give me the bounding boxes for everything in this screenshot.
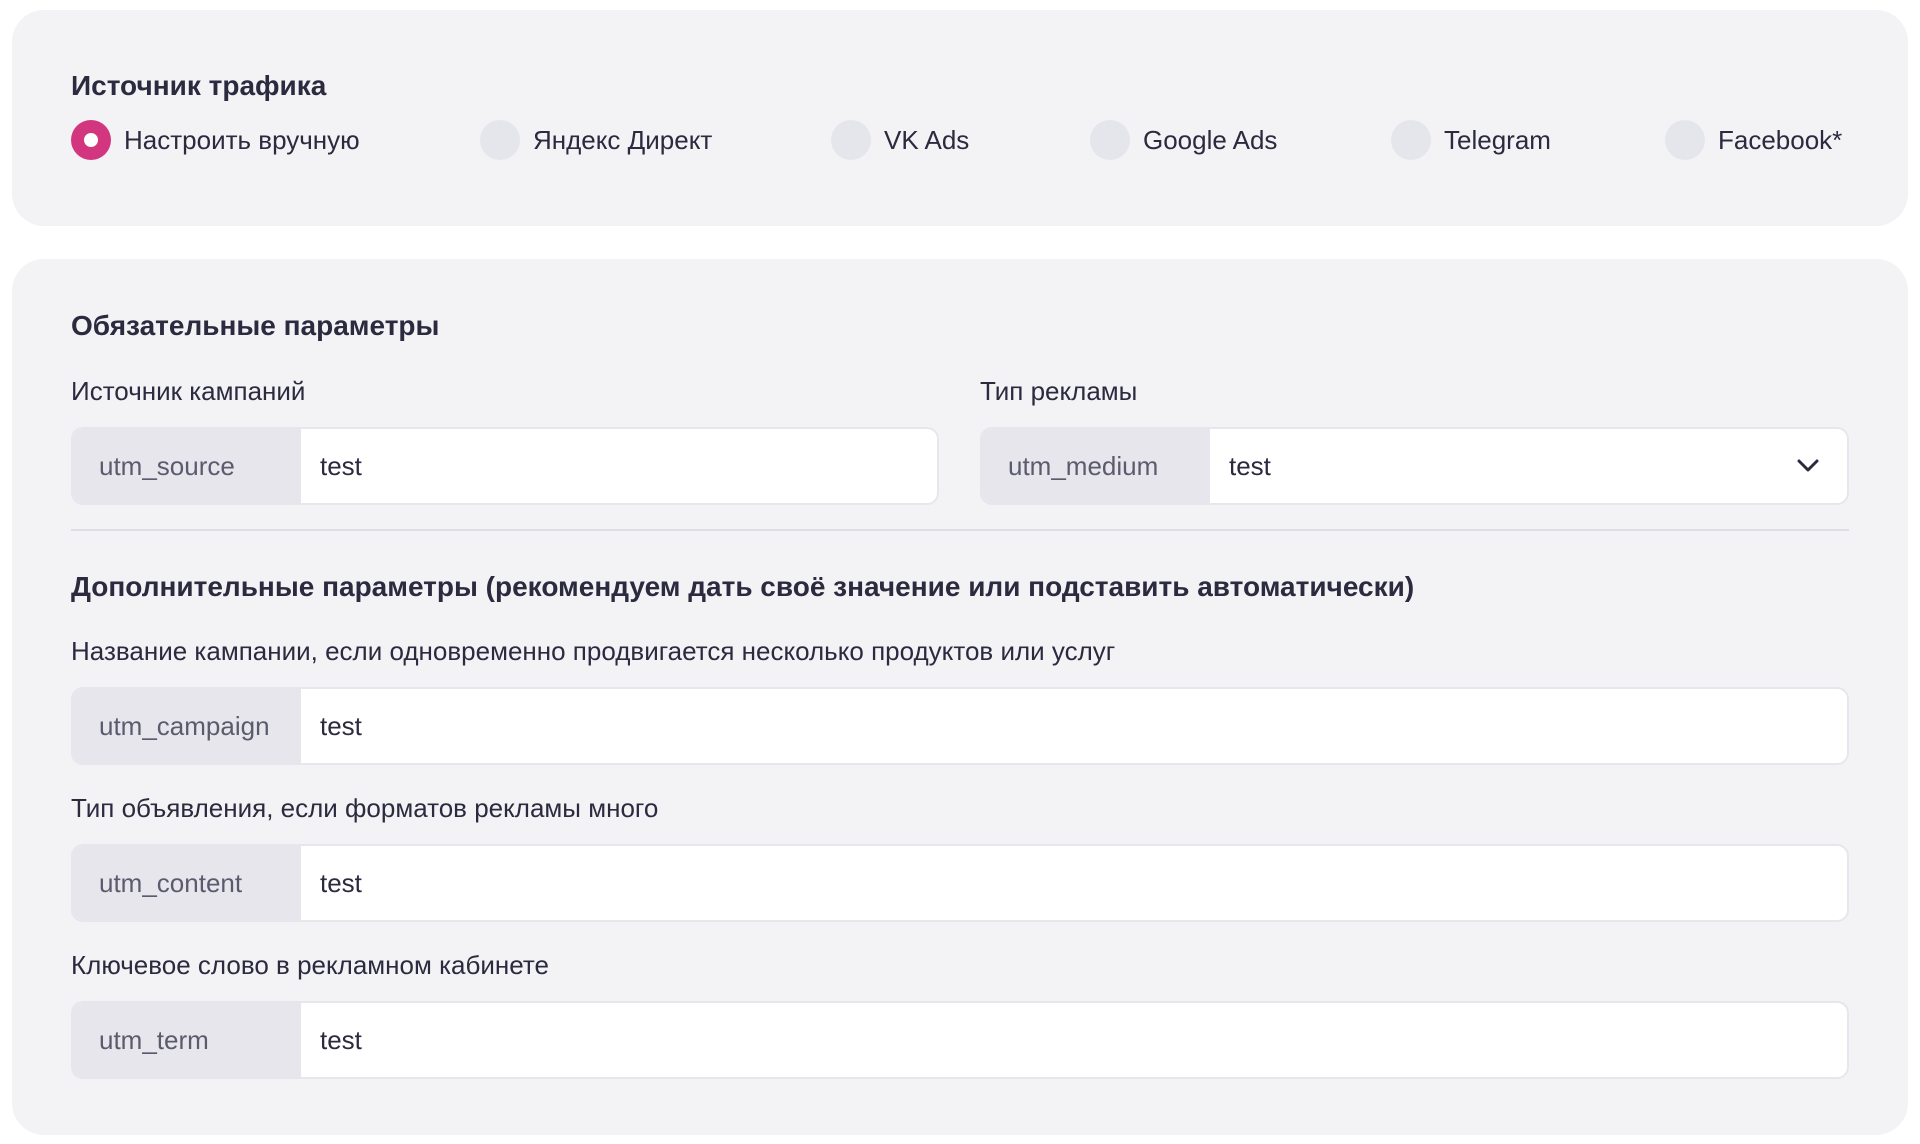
radio-telegram[interactable]: Telegram — [1391, 118, 1551, 162]
radio-label: Facebook* — [1718, 124, 1843, 155]
utm-term-label: Ключевое слово в рекламном кабинете — [71, 950, 549, 980]
utm-content-input[interactable] — [301, 846, 1847, 920]
traffic-source-radio-group: Настроить вручную Яндекс Директ VK Ads G… — [71, 118, 1851, 162]
traffic-source-card: Источник трафика Настроить вручную Яндек… — [12, 10, 1908, 226]
radio-yandex-direct[interactable]: Яндекс Директ — [480, 118, 712, 162]
chevron-down-icon[interactable] — [1769, 429, 1847, 503]
radio-facebook[interactable]: Facebook* — [1665, 118, 1842, 162]
traffic-source-title: Источник трафика — [71, 70, 327, 101]
radio-unchecked-icon — [480, 120, 520, 160]
radio-google-ads[interactable]: Google Ads — [1090, 118, 1277, 162]
radio-label: Настроить вручную — [124, 124, 360, 155]
utm-source-prefix: utm_source — [73, 429, 301, 503]
utm-source-label: Источник кампаний — [71, 376, 306, 406]
utm-term-input[interactable] — [301, 1003, 1847, 1077]
utm-content-field: utm_content — [71, 844, 1849, 922]
utm-source-field: utm_source — [71, 427, 939, 505]
utm-campaign-field: utm_campaign — [71, 687, 1849, 765]
utm-medium-select[interactable]: utm_medium test — [980, 427, 1849, 505]
required-params-title: Обязательные параметры — [71, 310, 440, 341]
section-divider — [71, 529, 1849, 531]
radio-unchecked-icon — [1391, 120, 1431, 160]
utm-parameters-card: Обязательные параметры Источник кампаний… — [12, 259, 1908, 1135]
radio-vk-ads[interactable]: VK Ads — [831, 118, 969, 162]
radio-label: Яндекс Директ — [533, 124, 713, 155]
utm-content-prefix: utm_content — [73, 846, 301, 920]
utm-content-label: Тип объявления, если форматов рекламы мн… — [71, 793, 659, 823]
utm-campaign-prefix: utm_campaign — [73, 689, 301, 763]
radio-label: Telegram — [1444, 124, 1551, 155]
utm-campaign-input[interactable] — [301, 689, 1847, 763]
radio-unchecked-icon — [1665, 120, 1705, 160]
radio-manual[interactable]: Настроить вручную — [71, 118, 360, 162]
utm-medium-value: test — [1229, 450, 1271, 481]
utm-term-field: utm_term — [71, 1001, 1849, 1079]
utm-term-prefix: utm_term — [73, 1003, 301, 1077]
optional-params-title: Дополнительные параметры (рекомендуем да… — [71, 571, 1415, 602]
radio-checked-icon — [71, 120, 111, 160]
radio-label: Google Ads — [1143, 124, 1278, 155]
utm-medium-prefix: utm_medium — [982, 429, 1210, 503]
utm-campaign-label: Название кампании, если одновременно про… — [71, 636, 1116, 666]
utm-source-input[interactable] — [301, 429, 937, 503]
radio-label: VK Ads — [884, 124, 970, 155]
utm-medium-label: Тип рекламы — [980, 376, 1138, 406]
radio-unchecked-icon — [831, 120, 871, 160]
radio-unchecked-icon — [1090, 120, 1130, 160]
